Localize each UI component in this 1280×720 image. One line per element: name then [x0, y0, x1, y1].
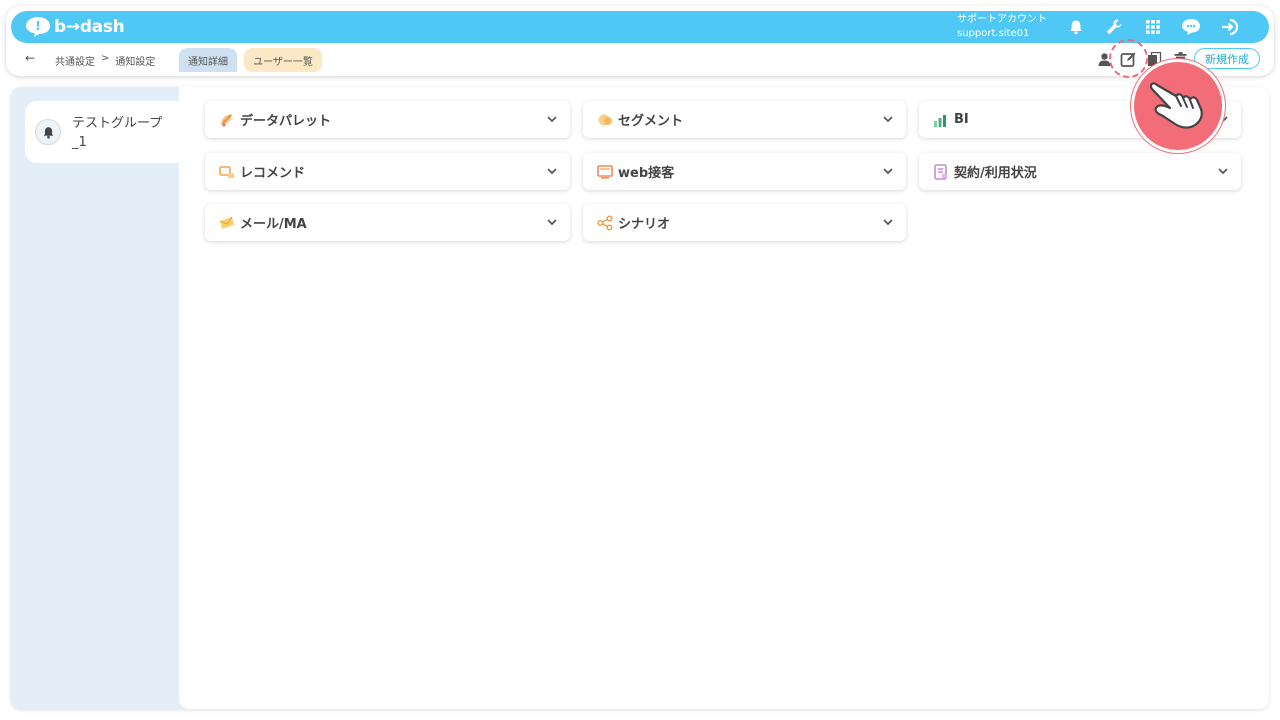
- logo-bubble-icon: !: [26, 17, 50, 37]
- app-logo[interactable]: ! b→dash: [25, 16, 125, 38]
- chevron-down-icon: [883, 219, 893, 226]
- grid-icon[interactable]: [1142, 16, 1164, 38]
- svg-text:!: !: [35, 19, 40, 33]
- account-name: サポートアカウント: [957, 14, 1047, 25]
- breadcrumb-current: 通知設定: [115, 57, 156, 68]
- logout-icon[interactable]: [1219, 16, 1241, 38]
- sidebar-item-test-group[interactable]: テストグループ_1: [25, 101, 183, 163]
- account-info[interactable]: サポートアカウント support.site01: [957, 13, 1047, 41]
- back-arrow-icon[interactable]: ←: [25, 51, 35, 65]
- scenario-icon: [597, 214, 613, 231]
- tab-user-list[interactable]: ユーザー一覧: [244, 48, 322, 72]
- category-label: データパレット: [240, 114, 332, 129]
- contract-icon: [933, 163, 949, 180]
- category-label: メール/MA: [240, 217, 307, 232]
- bell-icon: [35, 119, 61, 145]
- logo-text: b→dash: [54, 17, 125, 37]
- chart-icon: [933, 112, 949, 128]
- chevron-down-icon: [547, 116, 557, 123]
- chevron-down-icon: [883, 168, 893, 175]
- segment-icon: [597, 112, 613, 128]
- breadcrumb-parent[interactable]: 共通設定: [55, 53, 95, 68]
- category-web-service[interactable]: web接客: [583, 153, 906, 190]
- palette-icon: [219, 112, 235, 128]
- category-label: web接客: [618, 166, 675, 181]
- group-label: テストグループ_1: [72, 116, 163, 150]
- breadcrumb-separator: >: [101, 53, 110, 64]
- category-label: シナリオ: [618, 217, 671, 232]
- category-label: セグメント: [618, 114, 684, 129]
- breadcrumb: 共通設定 > 通知設定: [55, 53, 155, 68]
- top-bar: ! b→dash サポートアカウント support.site01: [11, 11, 1269, 43]
- category-data-palette[interactable]: データパレット: [205, 101, 570, 138]
- category-label: 契約/利用状況: [954, 166, 1037, 181]
- tab-notification-detail[interactable]: 通知詳細: [179, 48, 237, 72]
- chat-icon[interactable]: [1180, 16, 1202, 38]
- category-scenario[interactable]: シナリオ: [583, 204, 906, 241]
- category-recommend[interactable]: レコメンド: [205, 153, 570, 190]
- recommend-icon: [219, 164, 235, 180]
- bell-icon[interactable]: [1065, 16, 1087, 38]
- category-mail-ma[interactable]: メール/MA: [205, 204, 570, 241]
- chevron-down-icon: [1218, 168, 1228, 175]
- account-site: support.site01: [957, 28, 1030, 39]
- sub-bar: ← 共通設定 > 通知設定 通知詳細 ユーザー一覧 新規作成: [11, 45, 1269, 73]
- chevron-down-icon: [547, 219, 557, 226]
- mail-icon: [219, 215, 235, 231]
- category-contract-usage[interactable]: 契約/利用状況: [919, 153, 1241, 190]
- category-segment[interactable]: セグメント: [583, 101, 906, 138]
- web-icon: [597, 164, 613, 180]
- category-label: レコメンド: [240, 166, 306, 181]
- pointer-hand-icon: [1131, 59, 1225, 153]
- category-label: BI: [954, 112, 969, 127]
- chevron-down-icon: [547, 168, 557, 175]
- wrench-icon[interactable]: [1103, 16, 1125, 38]
- chevron-down-icon: [883, 116, 893, 123]
